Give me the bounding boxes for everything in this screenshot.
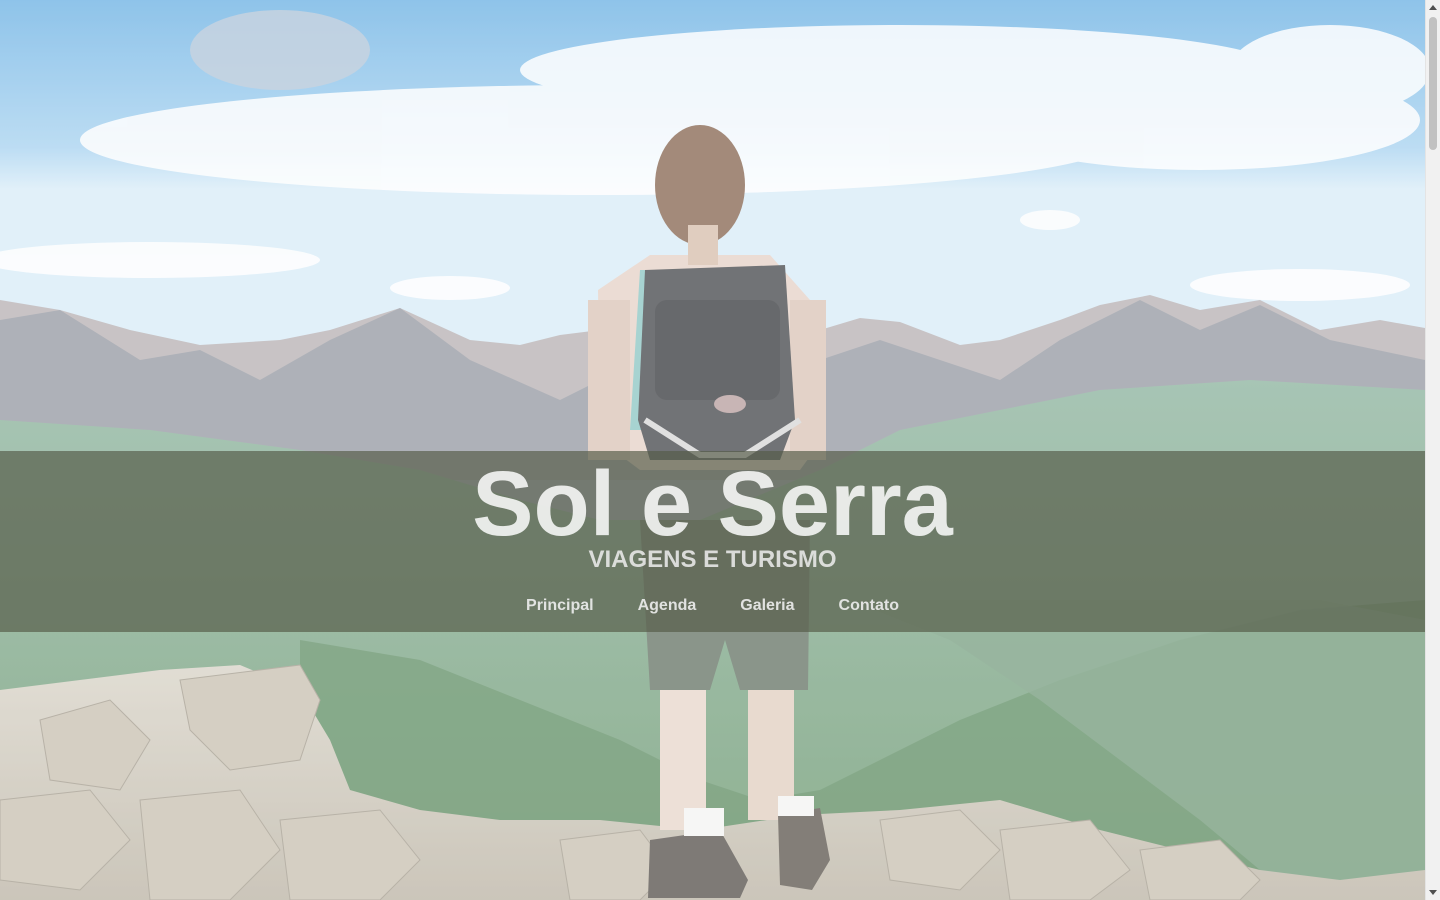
nav-link-agenda[interactable]: Agenda (616, 595, 719, 617)
scroll-up-arrow-icon[interactable] (1429, 5, 1437, 10)
scroll-down-arrow-icon[interactable] (1429, 890, 1437, 895)
hero-background-image (0, 0, 1425, 900)
nav-link-principal[interactable]: Principal (504, 595, 616, 617)
nav-link-contato[interactable]: Contato (817, 595, 921, 617)
header-banner: Sol e Serra VIAGENS E TURISMO Principal … (0, 451, 1425, 632)
page-viewport: Sol e Serra VIAGENS E TURISMO Principal … (0, 0, 1440, 900)
site-title[interactable]: Sol e Serra (0, 451, 1425, 557)
vertical-scrollbar[interactable] (1425, 0, 1440, 900)
scrollbar-thumb[interactable] (1429, 17, 1437, 150)
nav-link-galeria[interactable]: Galeria (718, 595, 816, 617)
main-navigation: Principal Agenda Galeria Contato (0, 595, 1425, 617)
site-subtitle: VIAGENS E TURISMO (588, 546, 837, 573)
